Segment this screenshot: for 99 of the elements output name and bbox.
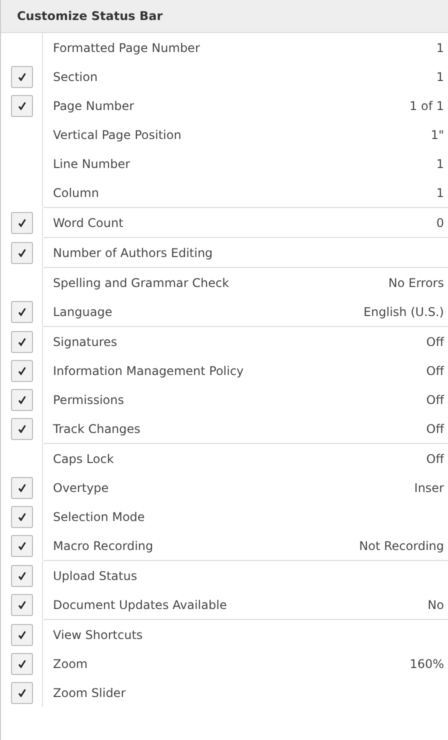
item-label: Macro Recording <box>52 538 154 552</box>
item-value: No <box>428 598 445 612</box>
checkbox[interactable] <box>10 242 32 264</box>
item-value: Inser <box>414 480 445 494</box>
check-icon <box>16 512 26 522</box>
check-icon <box>16 600 26 610</box>
item-value: 1 <box>436 186 445 200</box>
item-value: 0 <box>436 216 445 230</box>
item-label: Selection Mode <box>52 510 146 524</box>
item-value: Off <box>426 452 446 466</box>
check-icon <box>16 394 26 404</box>
item-value: 1 <box>436 40 445 54</box>
item-value: Not Recording <box>359 538 445 552</box>
item-label: Section <box>52 70 99 84</box>
checkbox[interactable] <box>10 564 32 586</box>
item-value: Off <box>426 334 446 348</box>
item-label: Word Count <box>52 216 124 230</box>
item-value: 160% <box>410 656 445 670</box>
checkbox[interactable] <box>10 506 32 528</box>
check-icon <box>16 688 26 698</box>
checkbox[interactable] <box>10 594 32 616</box>
checkbox[interactable] <box>10 624 32 646</box>
check-icon <box>16 630 26 640</box>
menu-item[interactable]: Number of Authors Editing <box>1 238 448 267</box>
menu-item[interactable]: Signatures Off <box>1 327 448 356</box>
item-label: Vertical Page Position <box>52 128 182 142</box>
checkbox[interactable] <box>10 388 32 410</box>
menu-item[interactable]: Vertical Page Position 1" <box>1 120 448 149</box>
checkbox[interactable] <box>10 330 32 352</box>
menu-item[interactable]: Upload Status <box>1 561 448 590</box>
menu-item[interactable]: Zoom Slider <box>1 678 448 707</box>
item-label: Permissions <box>52 392 125 406</box>
menu-item[interactable]: Document Updates Available No <box>1 590 448 619</box>
item-label: Page Number <box>52 98 136 112</box>
menu-item[interactable]: Macro Recording Not Recording <box>1 531 448 560</box>
item-label: Zoom <box>52 656 89 670</box>
menu-item[interactable]: Overtype Inser <box>1 473 448 502</box>
checkbox[interactable] <box>10 94 32 116</box>
menu-item[interactable]: Section 1 <box>1 62 448 91</box>
checkbox[interactable] <box>10 360 32 382</box>
item-value: Off <box>426 364 446 378</box>
checkbox[interactable] <box>10 682 32 704</box>
item-label: View Shortcuts <box>52 628 144 642</box>
item-label: Track Changes <box>52 422 142 436</box>
checkbox[interactable] <box>10 652 32 674</box>
check-icon <box>16 570 26 580</box>
check-icon <box>16 306 26 316</box>
item-label: Language <box>52 304 114 318</box>
item-value: English (U.S.) <box>363 304 445 318</box>
item-label: Caps Lock <box>52 452 115 466</box>
menu-item[interactable]: View Shortcuts <box>1 620 448 649</box>
menu-item[interactable]: Permissions Off <box>1 385 448 414</box>
check-icon <box>16 100 26 110</box>
item-label: Overtype <box>52 480 110 494</box>
item-value: 1 of 1 <box>410 98 445 112</box>
checkbox[interactable] <box>10 534 32 556</box>
check-icon <box>16 218 26 228</box>
item-label: Zoom Slider <box>52 686 127 700</box>
item-label: Upload Status <box>52 568 138 582</box>
check-icon <box>16 540 26 550</box>
item-label: Number of Authors Editing <box>52 246 214 260</box>
item-label: Formatted Page Number <box>52 40 201 54</box>
check-icon <box>16 424 26 434</box>
checkbox[interactable] <box>10 212 32 234</box>
menu-item[interactable]: Track Changes Off <box>1 414 448 443</box>
item-value: Off <box>426 392 446 406</box>
item-label: Spelling and Grammar Check <box>52 276 230 290</box>
item-value: 1 <box>436 156 445 170</box>
menu-item[interactable]: Formatted Page Number 1 <box>1 33 448 62</box>
check-icon <box>16 482 26 492</box>
item-value: 1 <box>436 70 445 84</box>
menu-item[interactable]: Word Count 0 <box>1 208 448 237</box>
item-value: Off <box>426 422 446 436</box>
menu-item[interactable]: Information Management Policy Off <box>1 356 448 385</box>
checkbox[interactable] <box>10 476 32 498</box>
menu-item[interactable]: Language English (U.S.) <box>1 297 448 326</box>
item-value: 1" <box>430 128 445 142</box>
item-label: Document Updates Available <box>52 598 228 612</box>
menu-title: Customize Status Bar <box>1 0 448 33</box>
menu-item[interactable]: Selection Mode <box>1 502 448 531</box>
check-icon <box>16 336 26 346</box>
item-label: Information Management Policy <box>52 364 245 378</box>
check-icon <box>16 72 26 82</box>
checkbox[interactable] <box>10 300 32 322</box>
menu-item[interactable]: Line Number 1 <box>1 149 448 178</box>
menu-item[interactable]: Page Number 1 of 1 <box>1 91 448 120</box>
menu-item[interactable]: Zoom 160% <box>1 649 448 678</box>
checkbox[interactable] <box>10 418 32 440</box>
check-icon <box>16 366 26 376</box>
menu-item[interactable]: Caps Lock Off <box>1 444 448 473</box>
item-label: Line Number <box>52 156 132 170</box>
check-icon <box>16 658 26 668</box>
checkbox[interactable] <box>10 66 32 88</box>
item-label: Signatures <box>52 334 118 348</box>
menu-item[interactable]: Spelling and Grammar Check No Errors <box>1 268 448 297</box>
menu-item[interactable]: Column 1 <box>1 178 448 207</box>
item-label: Column <box>52 186 100 200</box>
check-icon <box>16 248 26 258</box>
item-value: No Errors <box>388 276 445 290</box>
